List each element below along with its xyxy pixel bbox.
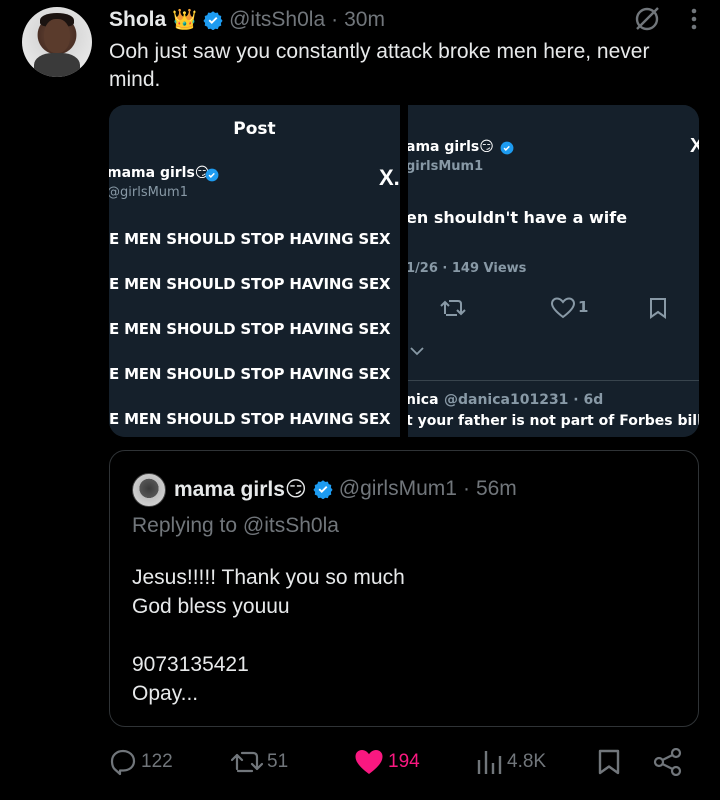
post-top-icons [632,4,698,34]
media-right-reply-text: t your father is not part of Forbes bill… [408,413,699,429]
like-button[interactable]: 194 [354,742,420,782]
quoted-header-separator: · [462,477,470,500]
crown-emoji: 👑 [172,9,198,31]
post-text: Ooh just saw you constantly attack broke… [109,40,650,91]
media-left-x-logo: X. [379,165,400,190]
quoted-text-line-1: Jesus!!!!! Thank you so much [132,566,405,589]
media-right-reply-name: nica [408,392,439,408]
media-right-x-logo: X [690,135,699,157]
quoted-text-line-2: God bless youuu [132,595,290,618]
repost-button[interactable]: 51 [231,742,288,782]
quoted-author-avatar[interactable] [132,473,166,507]
quoted-author-name[interactable]: mama girls😏 [174,477,307,502]
media-right-like-count: 1 [578,298,589,316]
replying-to-label[interactable]: Replying to @itsSh0la [132,514,339,538]
more-options-icon[interactable] [690,6,698,32]
heart-filled-icon [355,750,383,774]
media-left-line-5: E MEN SHOULD STOP HAVING SEX [109,410,391,428]
media-left-account-handle: @girlsMum1 [109,185,188,200]
quoted-post-text: Jesus!!!!! Thank you so much God bless y… [132,563,405,708]
media-right-chevron-down-icon [410,347,424,356]
repost-count: 51 [267,751,289,772]
author-handle[interactable]: @itsSh0la [229,8,325,32]
quoted-text-line-5: Opay... [132,682,199,705]
media-right-verified-icon [500,141,514,155]
author-avatar[interactable] [22,7,92,77]
media-left-line-3: E MEN SHOULD STOP HAVING SEX [109,320,391,338]
repost-icon [231,751,263,773]
media-image-left[interactable]: Post mama girls😏 @girlsMum1 X. E MEN SHO… [109,105,400,437]
media-right-like-icon [551,297,575,319]
media-right-post-meta: 1/26 · 149 Views [408,261,527,276]
like-count: 194 [388,751,420,772]
quoted-post-header: mama girls😏 @girlsMum1 · 56m [174,474,517,504]
post-media[interactable]: Post mama girls😏 @girlsMum1 X. E MEN SHO… [109,105,699,437]
verified-badge-icon [203,11,223,30]
media-left-title: Post [233,119,276,139]
bookmark-icon[interactable] [597,748,621,776]
quoted-post-time[interactable]: 56m [476,477,517,501]
share-icon[interactable] [653,748,683,776]
post-action-bar: 122 51 194 4.8K [109,742,699,782]
quoted-post-card[interactable]: mama girls😏 @girlsMum1 · 56m Replying to… [109,450,699,727]
media-right-repost-icon [440,300,466,316]
media-right-account-handle: girlsMum1 [408,159,484,174]
views-bar-chart-icon [477,751,502,774]
media-left-line-1: E MEN SHOULD STOP HAVING SEX [109,230,391,248]
avatar-face [44,19,70,53]
reply-icon [110,749,136,776]
media-right-account-name: ama girls😏 [408,139,494,155]
media-left-account-name: mama girls😏 [109,165,210,181]
header-separator: · [331,8,339,31]
media-left-verified-icon [205,168,219,182]
media-right-bookmark-icon [650,298,666,319]
media-right-separator [408,380,699,381]
quoted-text-line-4: 9073135421 [132,653,249,676]
media-left-line-4: E MEN SHOULD STOP HAVING SEX [109,365,391,383]
media-divider [400,105,408,437]
media-right-reply-handle: @danica101231 · 6d [444,392,604,408]
views-count: 4.8K [507,751,547,772]
media-left-line-2: E MEN SHOULD STOP HAVING SEX [109,275,391,293]
views-button[interactable]: 4.8K [475,742,546,782]
grok-icon[interactable] [632,4,662,34]
media-right-post-text: en shouldn't have a wife [408,208,628,227]
avatar-shirt [34,53,80,77]
author-name[interactable]: Shola [109,8,166,32]
quoted-author-handle[interactable]: @girlsMum1 [339,477,457,501]
quoted-verified-badge-icon [313,480,333,499]
post-time[interactable]: 30m [344,8,385,32]
media-image-right[interactable]: ama girls😏 girlsMum1 X en shouldn't have… [408,105,699,437]
quoted-text-line-3 [132,621,405,650]
reply-button[interactable]: 122 [109,742,173,782]
post-header: Shola 👑 @itsSh0la · 30m [109,6,385,34]
reply-count: 122 [141,751,173,772]
